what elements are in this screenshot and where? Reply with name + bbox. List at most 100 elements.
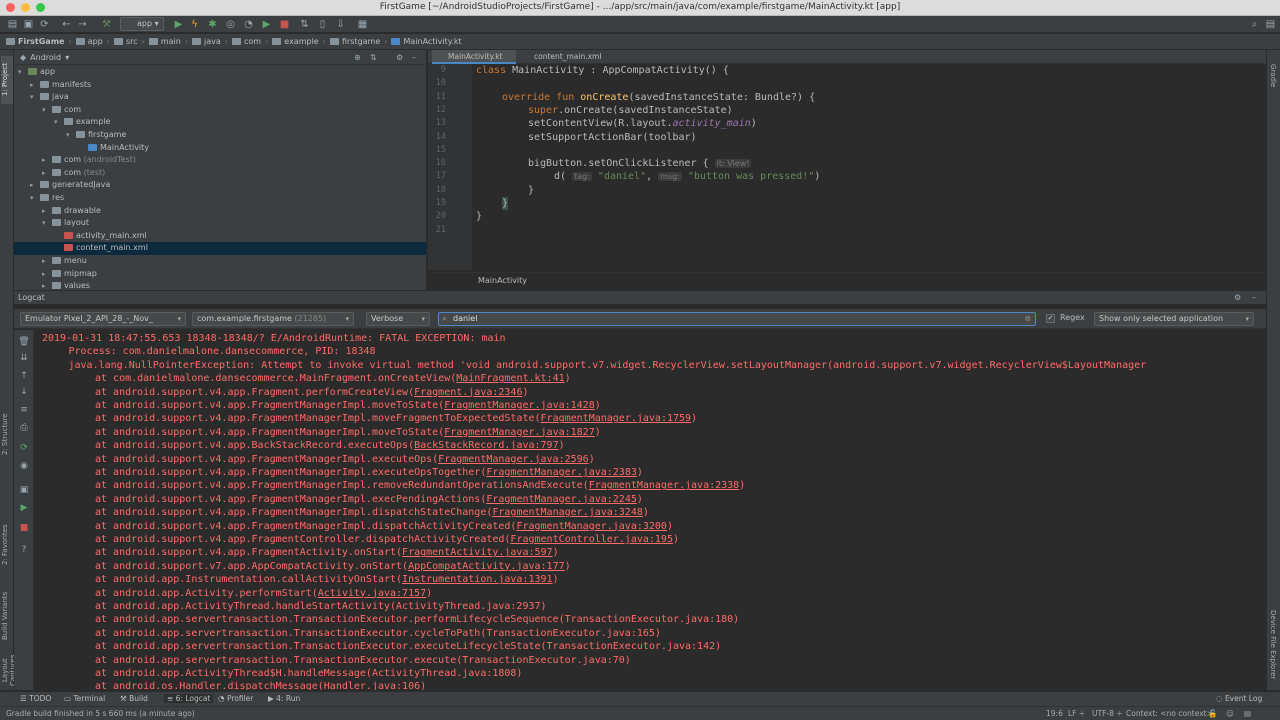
filter-config-select[interactable]: Show only selected application ▾ [1094, 312, 1254, 326]
debug-icon[interactable]: ✱ [206, 18, 219, 31]
breadcrumb-item[interactable]: MainActivity.kt [391, 37, 462, 46]
inspector-icon[interactable]: ☺ [1226, 707, 1234, 720]
sdk-manager-icon[interactable]: ⇩ [334, 18, 347, 31]
caret-position[interactable]: 19:6 [1046, 707, 1063, 720]
target-icon[interactable]: ⊕ [354, 53, 361, 62]
forward-arrow-icon[interactable]: → [76, 18, 89, 31]
soft-wrap-icon[interactable]: ≡ [18, 404, 30, 416]
process-select[interactable]: com.example.firstgame (21285) ▾ [192, 312, 354, 326]
tree-item[interactable]: content_main.xml [14, 242, 426, 255]
log-level-select[interactable]: Verbose ▾ [366, 312, 430, 326]
tree-item[interactable]: ▾ firstgame [14, 129, 426, 142]
collapsed-arrow-icon[interactable]: ▸ [42, 167, 52, 180]
collapsed-arrow-icon[interactable]: ▸ [42, 205, 52, 218]
open-folder-icon[interactable]: ▤ [6, 18, 19, 31]
tree-item[interactable]: ▸ manifests [14, 79, 426, 92]
tree-item[interactable]: ▸ menu [14, 255, 426, 268]
tree-item[interactable]: ▸ com (androidTest) [14, 154, 426, 167]
expanded-arrow-icon[interactable]: ▾ [66, 129, 76, 142]
hide-panel-icon[interactable]: – [1252, 291, 1256, 305]
breadcrumb-item[interactable]: main [148, 37, 181, 46]
breadcrumb-item[interactable]: src [113, 37, 138, 46]
camera-icon[interactable]: ▣ [18, 484, 30, 496]
event-log-tab[interactable]: ◌ Event Log [1216, 694, 1262, 703]
restart-icon[interactable]: ⟳ [18, 442, 30, 454]
source-link[interactable]: AppCompatActivity.java:177 [408, 561, 565, 572]
tree-item[interactable]: ▾ app [14, 66, 426, 79]
breadcrumb-item[interactable]: firstgame [329, 37, 380, 46]
gradle-tool-tab[interactable]: Gradle [1269, 64, 1277, 87]
tree-item[interactable]: ▾ com [14, 104, 426, 117]
hide-panel-icon[interactable]: – [412, 53, 416, 62]
build-variants-tool-tab[interactable]: Build Variants [1, 590, 13, 642]
tree-item[interactable]: ▾ res [14, 192, 426, 205]
tree-item[interactable]: ▸ mipmap [14, 268, 426, 281]
source-link[interactable]: FragmentManager.java:1827 [444, 427, 595, 438]
source-link[interactable]: Fragment.java:2346 [414, 387, 522, 398]
breadcrumb-item[interactable]: java [192, 37, 221, 46]
source-link[interactable]: FragmentManager.java:3248 [492, 507, 643, 518]
down-arrow-icon[interactable]: ↓ [18, 386, 30, 398]
sync-icon[interactable]: ⟳ [38, 18, 51, 31]
tab-todo[interactable]: ☰ TODO [20, 694, 51, 703]
source-link[interactable]: FragmentManager.java:3200 [516, 521, 667, 532]
tab-content-main-xml[interactable]: content_main.xml [518, 50, 604, 64]
code-editor[interactable]: class MainActivity : AppCompatActivity()… [472, 64, 1266, 270]
tree-item[interactable]: ▾ example [14, 116, 426, 129]
collapsed-arrow-icon[interactable]: ▸ [42, 268, 52, 281]
line-separator[interactable]: LF ÷ [1068, 707, 1085, 720]
source-link[interactable]: FragmentManager.java:2596 [438, 454, 589, 465]
expanded-arrow-icon[interactable]: ▾ [18, 66, 28, 79]
project-tool-tab[interactable]: 1: Project [1, 56, 13, 104]
source-link[interactable]: FragmentManager.java:2338 [589, 480, 740, 491]
source-link[interactable]: Instrumentation.java:1391 [402, 574, 553, 585]
source-link[interactable]: FragmentController.java:195 [510, 534, 673, 545]
collapsed-arrow-icon[interactable]: ▸ [42, 255, 52, 268]
screenshot-icon[interactable]: ◉ [18, 460, 30, 472]
tab-profiler[interactable]: ◔ Profiler [218, 694, 253, 703]
help-icon[interactable]: ? [18, 544, 30, 556]
expanded-arrow-icon[interactable]: ▾ [30, 91, 40, 104]
breadcrumb-item[interactable]: FirstGame [6, 37, 64, 46]
breadcrumb-item[interactable]: example [272, 37, 319, 46]
project-view-select[interactable]: Android [30, 53, 61, 62]
breadcrumb-item[interactable]: app [75, 37, 103, 46]
layout-inspector-icon[interactable]: ▦ [356, 18, 369, 31]
run-config-select[interactable]: app ▾ [120, 17, 164, 31]
tab-mainactivity-kt[interactable]: MainActivity.kt [432, 50, 516, 64]
structure-tool-tab[interactable]: 2: Structure [1, 406, 13, 462]
scroll-to-end-icon[interactable]: ⇊ [18, 352, 30, 364]
tab-terminal[interactable]: ▭ Terminal [64, 694, 105, 703]
collapsed-arrow-icon[interactable]: ▸ [30, 79, 40, 92]
regex-checkbox[interactable]: ✓ [1046, 314, 1055, 323]
chevron-down-icon[interactable]: ▾ [65, 53, 69, 62]
layout-captures-tool-tab[interactable]: Layout Captures [1, 650, 17, 690]
screen-record-icon[interactable]: ▶ [18, 502, 30, 514]
tree-item[interactable]: ▸ generatedJava [14, 179, 426, 192]
source-link[interactable]: FragmentManager.java:1759 [541, 413, 692, 424]
gear-icon[interactable]: ⚙ [1234, 291, 1241, 305]
tree-item[interactable]: MainActivity [14, 142, 426, 155]
gear-icon[interactable]: ⚙ [396, 53, 403, 62]
profile-icon[interactable]: ◔ [242, 18, 255, 31]
collapse-icon[interactable]: ⇅ [370, 53, 377, 62]
collapsed-arrow-icon[interactable]: ▸ [42, 154, 52, 167]
tab-logcat[interactable]: ≡ 6: Logcat [164, 694, 214, 703]
breadcrumb-item[interactable]: com [232, 37, 261, 46]
expanded-arrow-icon[interactable]: ▾ [42, 104, 52, 117]
lock-icon[interactable]: 🔓 [1208, 707, 1217, 720]
source-link[interactable]: BackStackRecord.java:797 [414, 440, 559, 451]
run-icon[interactable]: ▶ [172, 18, 185, 31]
editor-structure-breadcrumb[interactable]: MainActivity [428, 272, 1266, 288]
tree-item[interactable]: ▾ java [14, 91, 426, 104]
run-coverage-icon[interactable]: ▶ [260, 18, 273, 31]
sync-gradle-icon[interactable]: ⇅ [298, 18, 311, 31]
device-file-explorer-tool-tab[interactable]: Device File Explorer [1269, 610, 1277, 679]
clear-logcat-icon[interactable]: 🗑 [18, 336, 30, 348]
clear-search-icon[interactable]: ⊗ [1024, 313, 1031, 325]
source-link[interactable]: Activity.java:7157 [318, 588, 426, 599]
context-indicator[interactable]: Context: <no context> [1126, 707, 1213, 720]
build-hammer-icon[interactable]: ⚒ [100, 18, 113, 31]
stop-icon[interactable]: ■ [278, 18, 291, 31]
source-link[interactable]: Handler.java:106 [324, 681, 420, 690]
